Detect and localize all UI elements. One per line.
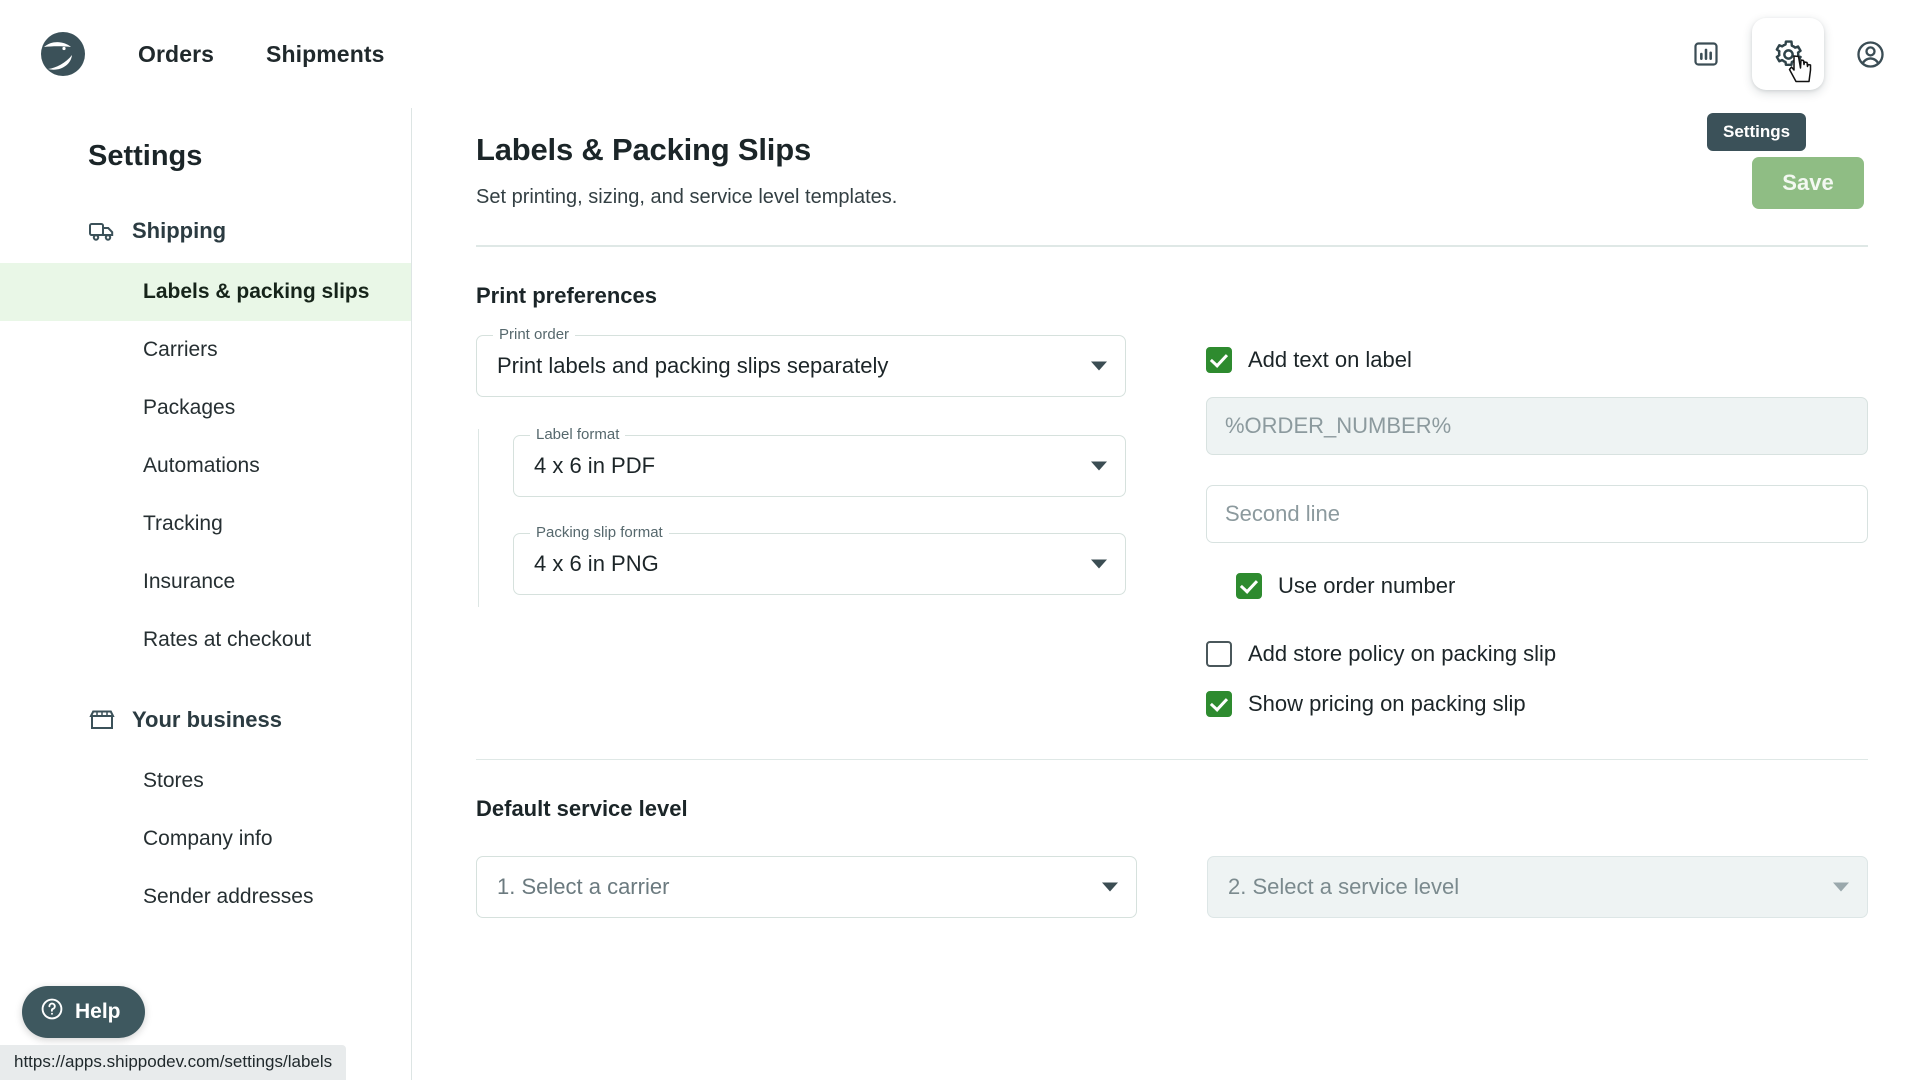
page-body: Settings Shipping Labels & packing slips… [0, 108, 1920, 1080]
save-button[interactable]: Save [1752, 157, 1864, 209]
sidebar-item-labels-packing-slips[interactable]: Labels & packing slips [0, 263, 411, 321]
carrier-select-wrap: 1. Select a carrier [476, 856, 1137, 918]
page-title: Labels & Packing Slips [476, 132, 811, 167]
checkbox-checked-icon[interactable] [1206, 346, 1232, 373]
checkbox-unchecked-icon[interactable] [1206, 640, 1232, 667]
storefront-icon [88, 706, 116, 734]
label-text-first-line-value: %ORDER_NUMBER% [1225, 412, 1452, 438]
sidebar-item-company-info[interactable]: Company info [0, 810, 411, 868]
sidebar-item-tracking[interactable]: Tracking [0, 495, 411, 553]
carrier-select-value: 1. Select a carrier [497, 874, 670, 899]
print-preferences-right-column: Add text on label %ORDER_NUMBER% Second … [1206, 335, 1868, 725]
nav-link-orders[interactable]: Orders [136, 35, 216, 74]
sidebar-item-insurance[interactable]: Insurance [0, 553, 411, 611]
status-bar-url: https://apps.shippodev.com/settings/labe… [0, 1045, 347, 1080]
use-order-number-label: Use order number [1278, 572, 1456, 598]
sidebar-item-carriers[interactable]: Carriers [0, 321, 411, 379]
default-service-level-row: 1. Select a carrier 2. Select a service … [476, 856, 1868, 918]
sidebar-item-rates-at-checkout[interactable]: Rates at checkout [0, 611, 411, 669]
chevron-down-icon [1091, 461, 1107, 470]
nested-format-fields: Label format 4 x 6 in PDF Packing slip f… [478, 425, 1126, 607]
sidebar-item-packages[interactable]: Packages [0, 379, 411, 437]
chevron-down-icon [1833, 882, 1849, 892]
print-preferences-left-column: Print order Print labels and packing sli… [476, 325, 1126, 725]
section-divider [476, 245, 1868, 247]
packing-slip-format-label: Packing slip format [530, 523, 669, 541]
sidebar-item-automations[interactable]: Automations [0, 437, 411, 495]
primary-nav-links: Orders Shipments [136, 35, 387, 74]
print-order-select[interactable]: Print order Print labels and packing sli… [476, 325, 1126, 397]
print-preferences-heading: Print preferences [476, 282, 657, 308]
service-level-select[interactable]: 2. Select a service level [1207, 856, 1868, 918]
help-button[interactable]: Help [22, 986, 145, 1038]
add-text-on-label-checkbox-row[interactable]: Add text on label [1206, 346, 1868, 373]
label-format-select[interactable]: Label format 4 x 6 in PDF [513, 425, 1126, 497]
account-icon[interactable] [1846, 30, 1894, 78]
chevron-down-icon [1091, 361, 1107, 370]
show-pricing-checkbox-row[interactable]: Show pricing on packing slip [1206, 690, 1868, 717]
print-preferences-columns: Print order Print labels and packing sli… [476, 325, 1868, 725]
chevron-down-icon [1091, 559, 1107, 568]
sidebar-group-your-business[interactable]: Your business [0, 688, 411, 752]
packing-slip-format-value: 4 x 6 in PNG [534, 550, 659, 576]
nav-link-shipments[interactable]: Shipments [264, 35, 386, 74]
nav-actions [1682, 18, 1894, 90]
add-text-on-label-label: Add text on label [1248, 346, 1412, 372]
sidebar-group-shipping[interactable]: Shipping [0, 199, 411, 263]
label-text-first-line-input[interactable]: %ORDER_NUMBER% [1206, 396, 1868, 455]
analytics-icon[interactable] [1682, 30, 1730, 78]
carrier-select[interactable]: 1. Select a carrier [476, 856, 1137, 918]
main-content: Labels & Packing Slips Set printing, siz… [412, 108, 1920, 1080]
checkbox-checked-icon[interactable] [1236, 572, 1262, 599]
sidebar-item-sender-addresses[interactable]: Sender addresses [0, 868, 411, 926]
label-text-second-line-placeholder: Second line [1225, 500, 1340, 526]
print-order-label: Print order [493, 325, 576, 343]
label-format-value: 4 x 6 in PDF [534, 452, 656, 478]
sidebar-group-label: Your business [132, 707, 282, 733]
chevron-down-icon [1102, 882, 1118, 892]
gear-icon[interactable] [1752, 18, 1824, 90]
add-store-policy-label: Add store policy on packing slip [1248, 640, 1557, 666]
show-pricing-label: Show pricing on packing slip [1248, 690, 1526, 716]
default-service-level-heading: Default service level [476, 796, 688, 821]
settings-tooltip: Settings [1707, 113, 1807, 151]
service-level-select-value: 2. Select a service level [1228, 874, 1460, 899]
shippo-logo[interactable] [38, 29, 88, 79]
top-navigation-bar: Orders Shipments [0, 0, 1920, 108]
sidebar-title: Settings [88, 140, 203, 172]
page-subtitle: Set printing, sizing, and service level … [476, 186, 898, 208]
label-format-label: Label format [530, 425, 626, 443]
label-text-second-line-input[interactable]: Second line [1206, 484, 1868, 543]
sidebar-group-label: Shipping [132, 218, 227, 243]
settings-sidebar: Settings Shipping Labels & packing slips… [0, 108, 412, 1080]
question-circle-icon [40, 997, 64, 1027]
packing-slip-format-select[interactable]: Packing slip format 4 x 6 in PNG [513, 523, 1126, 595]
print-order-value: Print labels and packing slips separatel… [497, 352, 889, 378]
help-button-label: Help [75, 1000, 121, 1023]
truck-icon [88, 217, 116, 245]
use-order-number-checkbox-row[interactable]: Use order number [1236, 572, 1868, 599]
add-store-policy-checkbox-row[interactable]: Add store policy on packing slip [1206, 640, 1868, 667]
service-level-select-wrap: 2. Select a service level [1207, 856, 1868, 918]
section-divider-2 [476, 758, 1868, 760]
checkbox-checked-icon[interactable] [1206, 690, 1232, 717]
sidebar-item-stores[interactable]: Stores [0, 752, 411, 810]
